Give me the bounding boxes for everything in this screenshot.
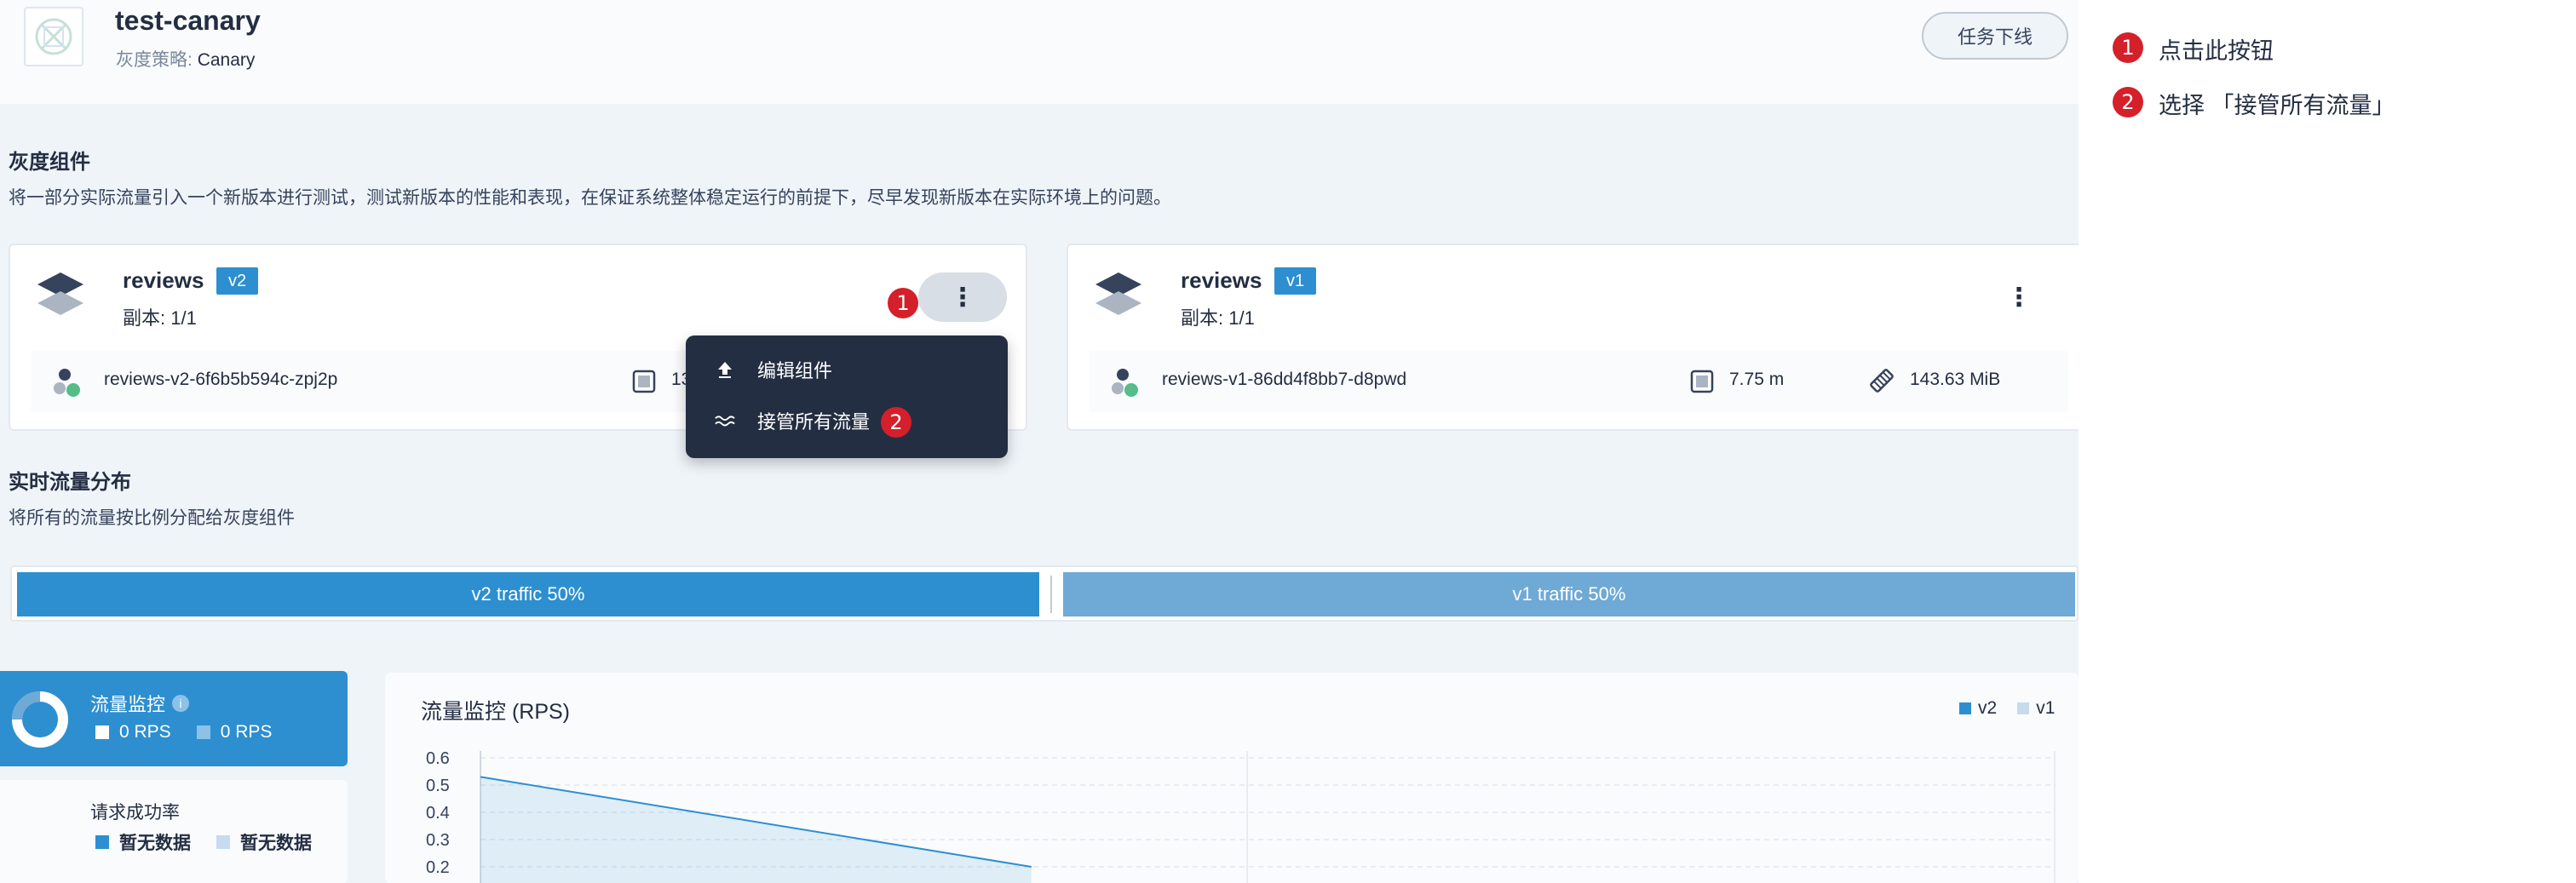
more-actions-button-v1[interactable]: ⋮ bbox=[1993, 272, 2044, 322]
pod-name: reviews-v2-6f6b5b594c-zpj2p bbox=[104, 370, 338, 389]
y-tick-label: 0.2 bbox=[426, 858, 450, 877]
memory-usage: 143.63 MiB bbox=[1910, 370, 2001, 389]
rps-values: 0 RPS 0 RPS bbox=[95, 722, 272, 743]
app-header: test-canary 灰度策略: Canary 任务下线 bbox=[0, 0, 2079, 104]
instruction-marker-2: 2 bbox=[2113, 87, 2143, 118]
v1-legend-swatch bbox=[216, 835, 230, 849]
version-badge: v2 bbox=[216, 267, 259, 295]
y-tick-label: 0.3 bbox=[426, 831, 450, 850]
stack-icon bbox=[37, 272, 83, 315]
pod-name: reviews-v1-86dd4f8bb7-d8pwd bbox=[1162, 370, 1407, 389]
v2-traffic-label: v2 traffic 50% bbox=[471, 583, 585, 605]
info-icon[interactable]: i bbox=[172, 695, 190, 712]
monitor-title-text: 流量监控 bbox=[90, 694, 166, 715]
v1-rps: 0 RPS bbox=[220, 722, 273, 742]
more-vertical-icon: ⋮ bbox=[2006, 283, 2032, 312]
traffic-distribution-bar: v2 traffic 50% v1 traffic 50% bbox=[10, 565, 2079, 622]
menu-item-edit-component[interactable]: 编辑组件 bbox=[715, 356, 832, 383]
v1-traffic-segment: v1 traffic 50% bbox=[1063, 572, 2075, 616]
instruction-step-2: 选择 「接管所有流量」 bbox=[2159, 93, 2395, 118]
v2-no-data: 暂无数据 bbox=[119, 834, 191, 853]
replica-count: 副本: 1/1 bbox=[123, 307, 197, 329]
step-marker-2: 2 bbox=[881, 407, 911, 438]
canary-section-description: 将一部分实际流量引入一个新版本进行测试，测试新版本的性能和表现，在保证系统整体稳… bbox=[9, 188, 1171, 208]
component-name: reviews bbox=[1181, 267, 1262, 293]
cpu-usage: 7.75 m bbox=[1729, 370, 1785, 389]
y-tick-label: 0.6 bbox=[426, 749, 450, 768]
cpu-icon bbox=[632, 370, 656, 393]
canary-section-title: 灰度组件 bbox=[9, 151, 90, 174]
traffic-monitor-card[interactable]: 流量监控 i 0 RPS 0 RPS bbox=[0, 671, 348, 766]
strategy-value: Canary bbox=[197, 50, 256, 70]
instruction-step-1: 点击此按钮 bbox=[2159, 38, 2274, 64]
offline-task-button[interactable]: 任务下线 bbox=[1922, 12, 2068, 60]
strategy-text: 灰度策略: Canary bbox=[116, 46, 255, 72]
memory-icon bbox=[1870, 369, 1894, 393]
y-tick-label: 0.4 bbox=[426, 804, 450, 823]
app-logo bbox=[24, 7, 83, 66]
more-actions-button[interactable]: ⋮ bbox=[918, 272, 1007, 322]
rps-chart: 0.6 0.5 0.4 0.3 0.2 bbox=[426, 749, 2056, 883]
v1-traffic-label: v1 traffic 50% bbox=[1512, 583, 1626, 605]
traffic-section-title: 实时流量分布 bbox=[9, 471, 131, 494]
menu-item-take-over-traffic[interactable]: 接管所有流量 bbox=[715, 407, 870, 434]
menu-item-label: 编辑组件 bbox=[757, 360, 833, 381]
pod-icon bbox=[1112, 369, 1138, 397]
traffic-section-description: 将所有的流量按比例分配给灰度组件 bbox=[9, 508, 295, 528]
component-name: reviews bbox=[123, 267, 204, 293]
menu-item-label: 接管所有流量 bbox=[757, 411, 871, 433]
actions-dropdown-menu: 编辑组件 接管所有流量 bbox=[686, 335, 1008, 458]
v1-no-data: 暂无数据 bbox=[240, 834, 312, 853]
app-title: test-canary bbox=[115, 5, 261, 36]
v2-rps: 0 RPS bbox=[119, 722, 171, 742]
v2-legend-swatch bbox=[95, 835, 109, 849]
version-badge: v1 bbox=[1274, 267, 1317, 295]
success-rate-title: 请求成功率 bbox=[90, 803, 180, 823]
rps-chart-card: 流量监控 (RPS) v2 v1 0.6 0.5 0.4 0.3 0.2 bbox=[385, 673, 2079, 883]
traffic-wave-icon bbox=[715, 410, 735, 431]
replica-count: 副本: 1/1 bbox=[1181, 307, 1255, 329]
app-panel: test-canary 灰度策略: Canary 任务下线 灰度组件 将一部分实… bbox=[0, 0, 2079, 883]
more-vertical-icon: ⋮ bbox=[950, 283, 975, 312]
upload-icon bbox=[715, 359, 735, 380]
success-rate-values: 暂无数据 暂无数据 bbox=[95, 829, 312, 855]
stack-icon bbox=[1095, 272, 1141, 315]
instruction-marker-1: 1 bbox=[2113, 32, 2143, 63]
v2-traffic-segment: v2 traffic 50% bbox=[17, 572, 1039, 616]
pod-icon bbox=[54, 369, 80, 397]
strategy-label: 灰度策略: bbox=[116, 50, 193, 70]
component-card-v1: reviews v1 副本: 1/1 reviews-v1-86dd4f8bb7… bbox=[1067, 244, 2079, 431]
success-rate-card[interactable]: 请求成功率 暂无数据 暂无数据 bbox=[0, 780, 348, 883]
donut-icon bbox=[12, 691, 68, 748]
cpu-icon bbox=[1690, 370, 1714, 393]
monitor-title: 流量监控 i bbox=[90, 690, 190, 717]
series-area-v2 bbox=[480, 777, 1032, 883]
v2-legend-swatch bbox=[95, 725, 109, 739]
y-tick-label: 0.5 bbox=[426, 777, 450, 795]
step-marker-1: 1 bbox=[888, 288, 918, 318]
pod-row[interactable]: reviews-v1-86dd4f8bb7-d8pwd 7.75 m 143.6… bbox=[1089, 351, 2068, 412]
v1-legend-swatch bbox=[196, 725, 210, 739]
traffic-slider-handle[interactable] bbox=[1044, 572, 1058, 616]
